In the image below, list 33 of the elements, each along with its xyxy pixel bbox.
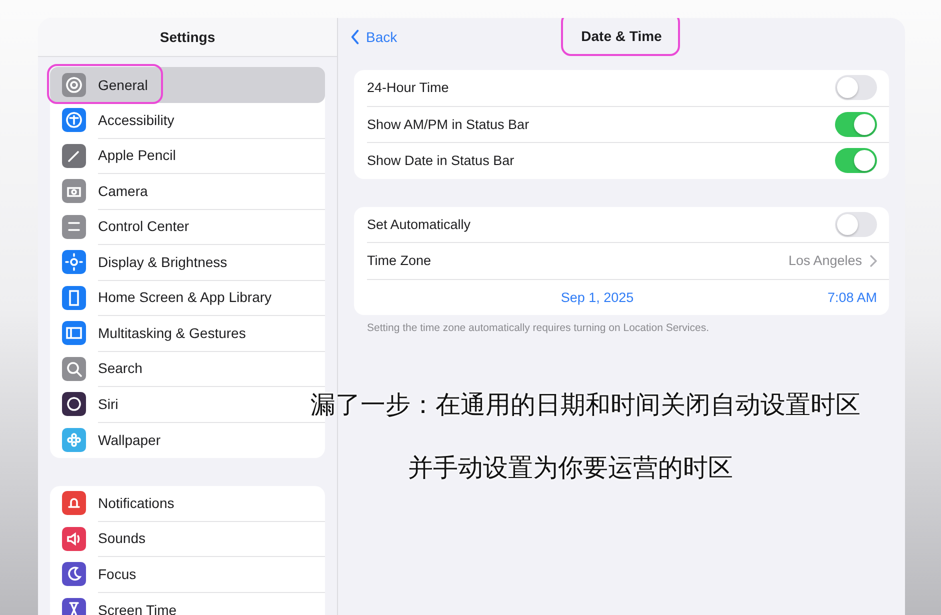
sidebar-item[interactable]: Wallpaper <box>50 422 325 458</box>
back-button[interactable]: Back <box>348 27 400 47</box>
time-button[interactable]: 7:08 AM <box>827 290 878 305</box>
subtitle: 并手动设置为你要运营的时区 <box>408 452 733 484</box>
sidebar-item[interactable]: Focus <box>50 556 325 592</box>
chevron-icon <box>870 254 877 267</box>
sidebar-item[interactable]: General <box>50 67 325 102</box>
sidebar-item[interactable]: Display & Brightness <box>50 244 325 280</box>
toggle-switch[interactable] <box>835 75 877 100</box>
date-button[interactable]: Sep 1, 2025 <box>560 290 634 305</box>
sidebar-item[interactable]: Home Screen & App Library <box>50 280 325 316</box>
back-chevron-icon <box>350 29 360 45</box>
setting-label: Show AM/PM in Status Bar <box>367 116 530 132</box>
setting-label: Set Automatically <box>367 216 472 232</box>
setting-label: Show Date in Status Bar <box>367 153 516 168</box>
toggle-switch[interactable] <box>835 212 877 237</box>
toggle-switch[interactable] <box>835 148 877 174</box>
sidebar-item[interactable]: Multitasking & Gestures <box>50 316 325 351</box>
sidebar-item[interactable]: Control Center <box>50 209 325 244</box>
toggle-switch[interactable] <box>835 112 877 137</box>
setting-label: Time Zone <box>367 253 432 268</box>
footer-note: Setting the time zone automatically requires turning on Location Services. <box>367 322 710 334</box>
setting-label: 24-Hour Time <box>367 80 450 96</box>
sidebar-item[interactable]: Search <box>50 351 325 386</box>
sidebar-item[interactable]: Camera <box>50 174 325 209</box>
sidebar-item[interactable]: Accessibility <box>50 102 325 138</box>
sidebar-title: Settings <box>160 29 216 45</box>
sidebar-item[interactable]: Screen Time <box>50 592 325 615</box>
page-title: Date & Time <box>581 28 662 44</box>
subtitle: 漏了一步：在通用的日期和时间关闭自动设置时区 <box>310 389 860 421</box>
sidebar-item[interactable]: Apple Pencil <box>50 138 325 174</box>
sidebar-item[interactable]: Notifications <box>50 486 325 521</box>
sidebar-item[interactable]: Sounds <box>50 521 325 556</box>
